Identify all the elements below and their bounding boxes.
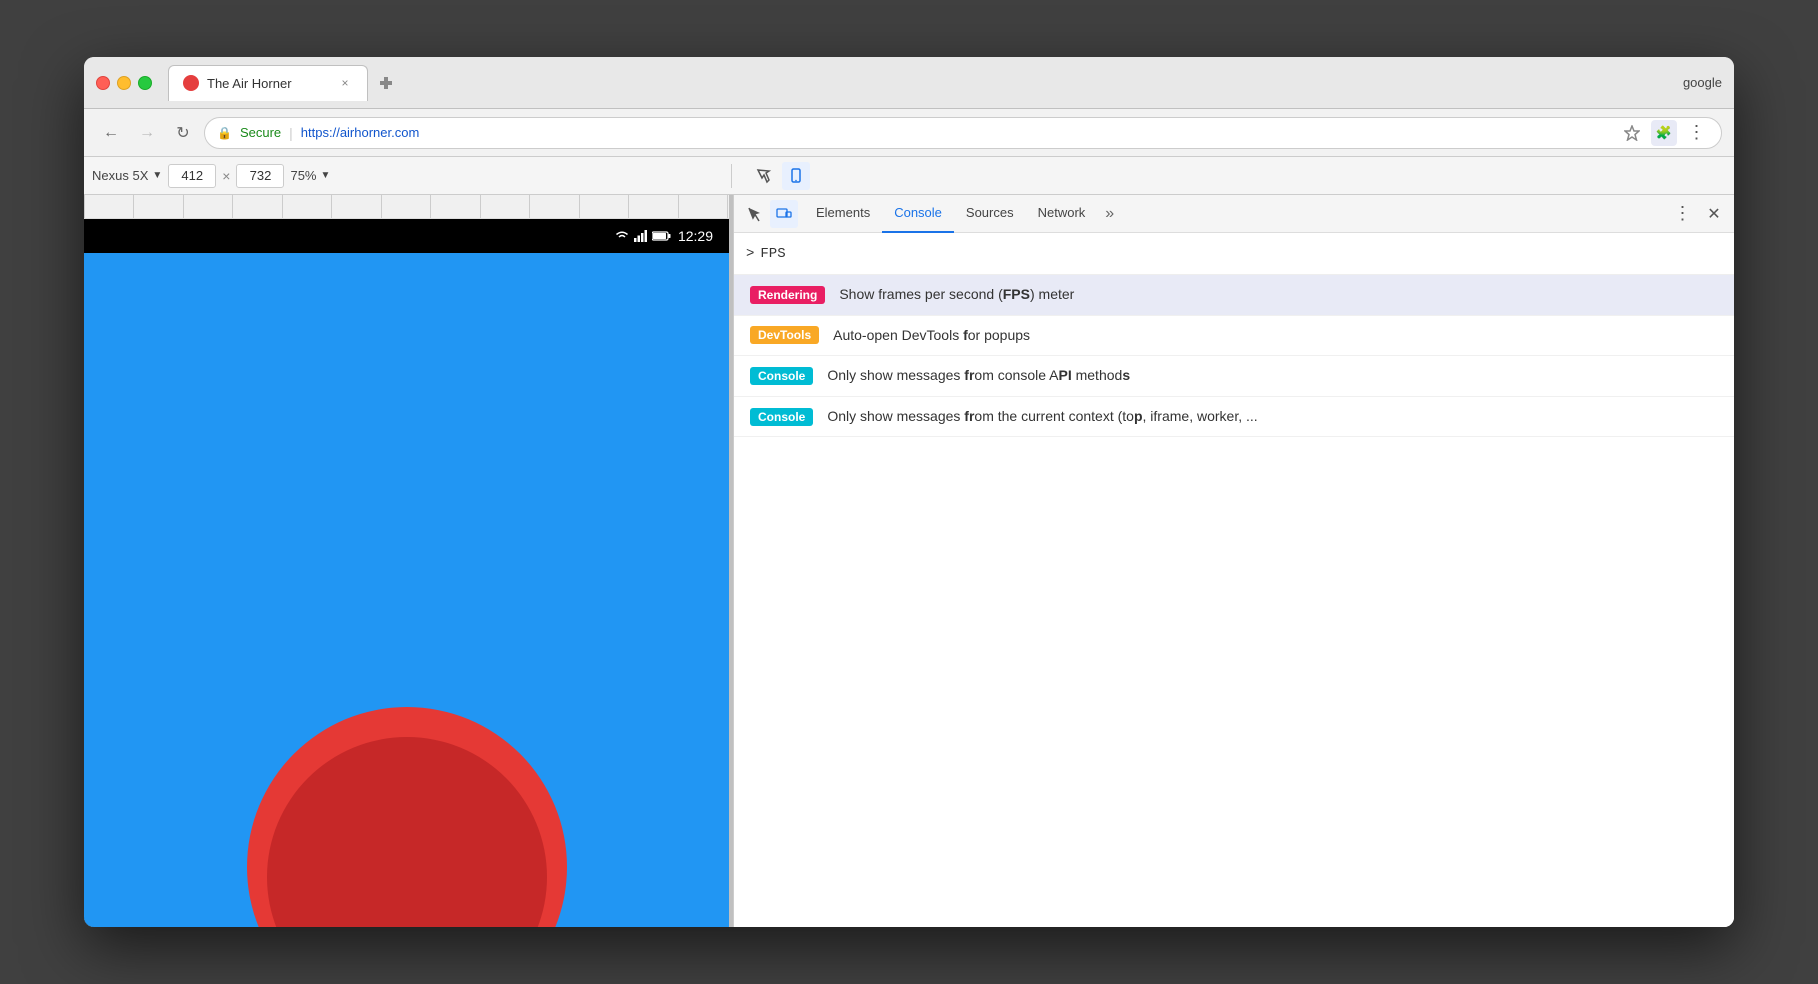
inspect-element-button[interactable] xyxy=(750,162,778,190)
secure-label: Secure xyxy=(240,125,281,140)
mobile-icon xyxy=(788,168,804,184)
phone-screen: 12:29 xyxy=(84,219,729,927)
tag-console-2: Console xyxy=(750,408,813,426)
devtools-toolbar: Elements Console Sources Network » ⋮ xyxy=(734,195,1734,233)
star-icon xyxy=(1624,125,1640,141)
height-input[interactable] xyxy=(236,164,284,188)
phone-status-bar: 12:29 xyxy=(84,219,729,253)
extensions-button[interactable]: 🧩 xyxy=(1651,120,1677,146)
refresh-button[interactable]: ↻ xyxy=(168,118,198,148)
device-toolbar: Nexus 5X ▼ × 75% ▼ xyxy=(84,157,1734,195)
autocomplete-list: Rendering Show frames per second (FPS) m… xyxy=(734,275,1734,927)
google-account: google xyxy=(1683,75,1722,90)
ruler-marks xyxy=(84,195,729,218)
dimension-separator: × xyxy=(222,168,230,184)
suggestion-text-4: Only show messages from the current cont… xyxy=(827,407,1257,427)
console-input-area: > FPS xyxy=(734,233,1734,275)
phone-content xyxy=(84,253,729,927)
suggestion-text-3: Only show messages from console API meth… xyxy=(827,366,1130,386)
device-selector[interactable]: Nexus 5X ▼ xyxy=(92,168,162,183)
devtools-more-button[interactable]: ⋮ xyxy=(1668,200,1696,228)
tag-devtools: DevTools xyxy=(750,326,819,344)
more-button[interactable]: ⋮ xyxy=(1683,120,1709,146)
tab-close-button[interactable]: × xyxy=(337,75,353,91)
new-tab-icon xyxy=(378,75,394,91)
new-tab-button[interactable] xyxy=(372,69,400,97)
address-bar[interactable]: 🔒 Secure | https://airhorner.com 🧩 ⋮ xyxy=(204,117,1722,149)
tag-console-1: Console xyxy=(750,367,813,385)
close-traffic-light[interactable] xyxy=(96,76,110,90)
lock-icon: 🔒 xyxy=(217,126,232,140)
tab-sources[interactable]: Sources xyxy=(954,195,1026,233)
tab-sources-label: Sources xyxy=(966,205,1014,220)
zoom-dropdown-icon: ▼ xyxy=(321,170,331,181)
tab-elements-label: Elements xyxy=(816,205,870,220)
devtools-tabs: Elements Console Sources Network » xyxy=(804,195,1666,233)
back-button[interactable]: ← xyxy=(96,118,126,148)
tab-elements[interactable]: Elements xyxy=(804,195,882,233)
zoom-label: 75% xyxy=(290,168,316,183)
minimize-traffic-light[interactable] xyxy=(117,76,131,90)
device-mode-button[interactable] xyxy=(782,162,810,190)
console-input[interactable]: FPS xyxy=(760,246,1722,262)
device-name-label: Nexus 5X xyxy=(92,168,148,183)
console-prompt: > xyxy=(746,246,754,262)
wifi-icon xyxy=(614,230,630,242)
zoom-selector[interactable]: 75% ▼ xyxy=(290,168,330,183)
width-input[interactable] xyxy=(168,164,216,188)
tab-console[interactable]: Console xyxy=(882,195,954,233)
url-separator: | xyxy=(289,125,293,141)
responsive-devtools-button[interactable] xyxy=(770,200,798,228)
tag-rendering: Rendering xyxy=(750,286,825,304)
battery-icon xyxy=(652,230,672,242)
tab-network-label: Network xyxy=(1038,205,1086,220)
url-text: https://airhorner.com xyxy=(301,125,420,140)
cursor-icon xyxy=(746,206,762,222)
list-item[interactable]: Console Only show messages from the curr… xyxy=(734,397,1734,438)
phone-time: 12:29 xyxy=(678,228,713,244)
browser-viewport: 12:29 xyxy=(84,195,729,927)
inspect-devtools-button[interactable] xyxy=(740,200,768,228)
extensions-icon: 🧩 xyxy=(1656,125,1672,141)
nav-bar: ← → ↻ 🔒 Secure | https://airhorner.com 🧩… xyxy=(84,109,1734,157)
bookmark-button[interactable] xyxy=(1619,120,1645,146)
responsive-icon xyxy=(776,206,792,222)
signal-icon xyxy=(634,230,648,242)
status-icons xyxy=(614,230,672,242)
more-icon: ⋮ xyxy=(1688,122,1705,143)
devtools-actions: ⋮ ✕ xyxy=(1668,200,1728,228)
forward-button[interactable]: → xyxy=(132,118,162,148)
close-devtools-icon: ✕ xyxy=(1707,204,1720,224)
address-actions: 🧩 ⋮ xyxy=(1619,120,1709,146)
more-tabs-button[interactable]: » xyxy=(1097,205,1122,223)
tab-area: The Air Horner × xyxy=(168,65,1675,101)
devtools-more-icon: ⋮ xyxy=(1674,203,1691,224)
main-area: 12:29 xyxy=(84,195,1734,927)
close-devtools-button[interactable]: ✕ xyxy=(1700,200,1728,228)
suggestion-text-2: Auto-open DevTools for popups xyxy=(833,326,1030,346)
tab-console-label: Console xyxy=(894,205,942,220)
device-dropdown-icon: ▼ xyxy=(152,170,162,181)
title-bar: The Air Horner × google xyxy=(84,57,1734,109)
maximize-traffic-light[interactable] xyxy=(138,76,152,90)
list-item[interactable]: Rendering Show frames per second (FPS) m… xyxy=(734,275,1734,316)
suggestion-text-1: Show frames per second (FPS) meter xyxy=(839,285,1074,305)
viewport-ruler xyxy=(84,195,729,219)
active-tab[interactable]: The Air Horner × xyxy=(168,65,368,101)
traffic-lights xyxy=(96,76,152,90)
tab-favicon xyxy=(183,75,199,91)
list-item[interactable]: DevTools Auto-open DevTools for popups xyxy=(734,316,1734,357)
inspect-icon xyxy=(756,168,772,184)
list-item[interactable]: Console Only show messages from console … xyxy=(734,356,1734,397)
tab-network[interactable]: Network xyxy=(1026,195,1098,233)
tab-title: The Air Horner xyxy=(207,76,329,91)
browser-window: The Air Horner × google ← → ↻ 🔒 Secure |… xyxy=(84,57,1734,927)
devtools-panel: Elements Console Sources Network » ⋮ xyxy=(733,195,1734,927)
